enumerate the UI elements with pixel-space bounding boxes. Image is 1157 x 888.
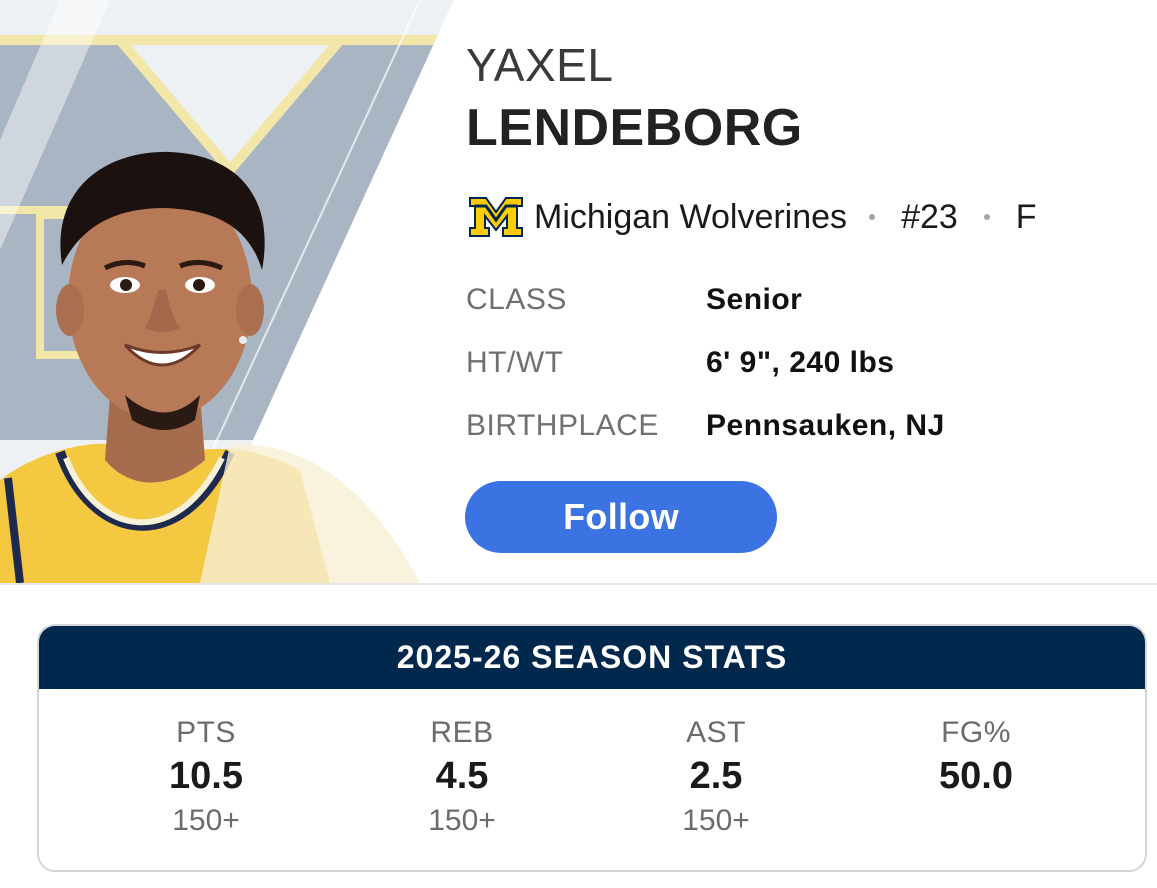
stat-rank bbox=[876, 801, 1076, 841]
michigan-block-m-logo-icon[interactable] bbox=[468, 196, 524, 238]
stat-value: 2.5 bbox=[689, 755, 743, 797]
stat-label: AST bbox=[686, 716, 746, 749]
stat-rank: 150+ bbox=[428, 804, 496, 837]
bio-label: CLASS bbox=[466, 282, 567, 316]
stat-rank: 150+ bbox=[682, 804, 750, 837]
bio-row-birthplace: BIRTHPLACE Pennsauken, NJ bbox=[466, 394, 945, 457]
season-stats-grid: PTS 10.5 150+ REB 4.5 150+ AST 2.5 150+ … bbox=[39, 689, 1145, 870]
stat-label: PTS bbox=[176, 716, 236, 749]
bio-value: 6' 9", 240 lbs bbox=[706, 345, 895, 379]
separator-dot-icon bbox=[869, 214, 876, 220]
bio-label: HT/WT bbox=[466, 345, 564, 379]
stat-label: REB bbox=[430, 716, 494, 749]
stat-pts: PTS 10.5 150+ bbox=[106, 689, 306, 841]
season-stats-title: 2025-26 SEASON STATS bbox=[39, 626, 1145, 689]
player-profile-page: YAXEL LENDEBORG Michigan Wolverines #23 … bbox=[0, 0, 1157, 888]
stat-ast: AST 2.5 150+ bbox=[616, 689, 816, 841]
player-last-name: LENDEBORG bbox=[466, 99, 803, 157]
player-first-name: YAXEL bbox=[466, 39, 614, 91]
stat-value: 10.5 bbox=[169, 755, 243, 797]
jersey-number: #23 bbox=[901, 197, 958, 236]
stat-fg-pct: FG% 50.0 bbox=[876, 689, 1076, 841]
bio-value: Pennsauken, NJ bbox=[706, 408, 945, 442]
player-bio-table: CLASS Senior HT/WT 6' 9", 240 lbs BIRTHP… bbox=[466, 268, 945, 457]
bio-value: Senior bbox=[706, 282, 803, 316]
stat-value: 4.5 bbox=[435, 755, 489, 797]
bio-label: BIRTHPLACE bbox=[466, 408, 659, 442]
follow-button[interactable]: Follow bbox=[465, 481, 777, 553]
bio-row-height-weight: HT/WT 6' 9", 240 lbs bbox=[466, 331, 945, 394]
player-header: YAXEL LENDEBORG Michigan Wolverines #23 … bbox=[0, 0, 1157, 583]
player-position: F bbox=[1015, 197, 1037, 236]
stat-value: 50.0 bbox=[939, 755, 1013, 797]
stat-reb: REB 4.5 150+ bbox=[362, 689, 562, 841]
bio-row-class: CLASS Senior bbox=[466, 268, 945, 331]
team-line: Michigan Wolverines #23 F bbox=[468, 192, 1037, 242]
player-headshot bbox=[0, 0, 470, 583]
section-divider bbox=[0, 583, 1157, 585]
separator-dot-icon bbox=[983, 214, 990, 220]
headshot-illustration bbox=[0, 0, 470, 583]
season-stats-card: 2025-26 SEASON STATS PTS 10.5 150+ REB 4… bbox=[37, 624, 1147, 872]
stat-label: FG% bbox=[941, 716, 1011, 749]
team-name-link[interactable]: Michigan Wolverines bbox=[534, 198, 847, 237]
stat-rank: 150+ bbox=[172, 804, 240, 837]
